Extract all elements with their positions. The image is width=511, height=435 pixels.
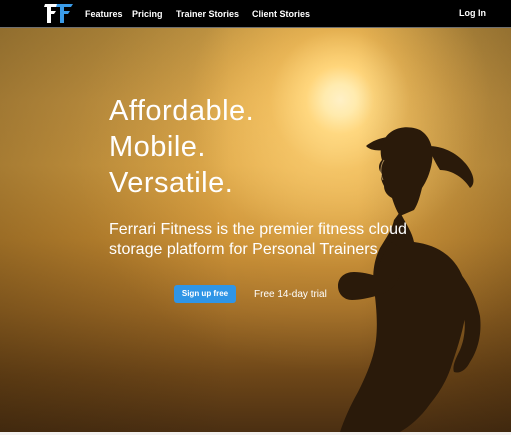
top-navigation-bar: Features Pricing Trainer Stories Client … bbox=[0, 0, 511, 28]
nav-link-pricing[interactable]: Pricing bbox=[132, 8, 163, 20]
login-link[interactable]: Log In bbox=[459, 7, 486, 19]
nav-link-trainer-stories[interactable]: Trainer Stories bbox=[176, 8, 239, 20]
hero-section: Affordable. Mobile. Versatile. Ferrari F… bbox=[0, 28, 511, 432]
hero-subtitle: Ferrari Fitness is the premier fitness c… bbox=[109, 221, 407, 258]
landing-page: Features Pricing Trainer Stories Client … bbox=[0, 0, 511, 435]
sign-up-free-button[interactable]: Sign up free bbox=[174, 285, 236, 303]
hero-headline-line-3: Versatile. bbox=[109, 167, 234, 199]
nav-link-client-stories[interactable]: Client Stories bbox=[252, 8, 310, 20]
free-trial-note: Free 14-day trial bbox=[254, 289, 327, 300]
ff-logo-icon[interactable] bbox=[44, 3, 74, 24]
hero-headline-line-1: Affordable. bbox=[109, 95, 255, 127]
nav-link-features[interactable]: Features bbox=[85, 8, 123, 20]
hero-headline-line-2: Mobile. bbox=[109, 131, 206, 163]
